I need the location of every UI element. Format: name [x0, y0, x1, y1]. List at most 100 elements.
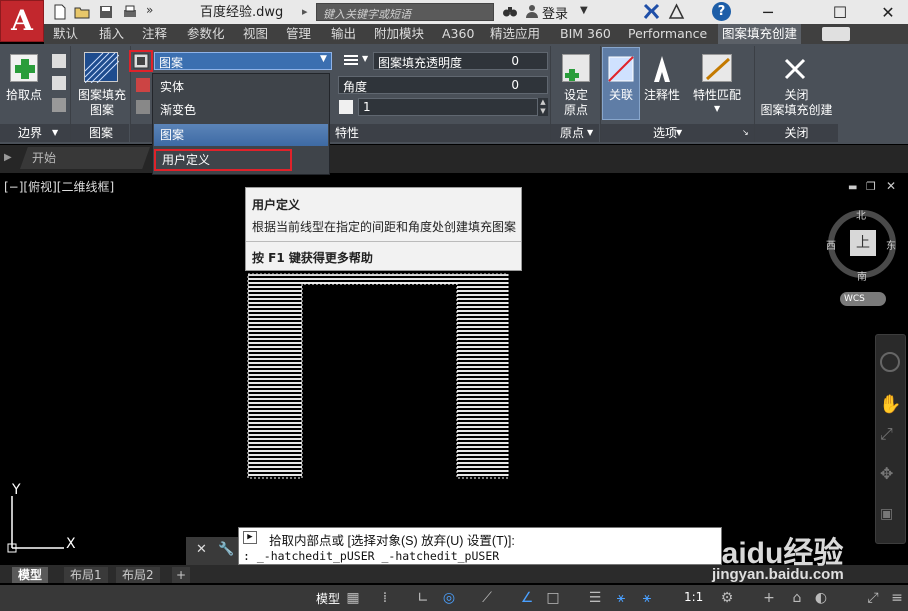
new-file-icon[interactable] [52, 4, 68, 20]
binoculars-icon[interactable] [502, 3, 518, 19]
tab-2[interactable]: 注释 [138, 24, 171, 44]
tab-4[interactable]: 视图 [239, 24, 272, 44]
viewport-restore-icon[interactable]: ❐ [866, 180, 878, 193]
command-customize-icon[interactable]: 🔧 [218, 542, 234, 557]
tab-9[interactable]: 精选应用 [486, 24, 544, 44]
viewcube-top-face[interactable]: 上 [850, 230, 876, 256]
search-collapse-icon[interactable]: ▸ [302, 5, 308, 18]
auto-scale-icon[interactable]: ⚹ [638, 589, 656, 607]
remove-boundary-icon[interactable] [52, 76, 66, 90]
status-model-button[interactable]: 模型 [316, 590, 340, 607]
more-commands-icon[interactable]: » [146, 3, 153, 17]
minimize-button[interactable]: ─ [748, 0, 788, 24]
pick-points-icon[interactable] [10, 54, 38, 82]
layout-tab-1[interactable]: 布局1 [64, 567, 108, 583]
match-properties-icon[interactable] [702, 54, 732, 82]
pick-points-label[interactable]: 拾取点 [2, 88, 46, 103]
viewport-controls[interactable]: [−][俯视][二维线框] [4, 178, 114, 195]
set-origin-label[interactable]: 设定 原点 [553, 88, 599, 118]
annotation-scale[interactable]: 1:1 [684, 590, 703, 604]
tab-1[interactable]: 插入 [95, 24, 128, 44]
ribbon-toggle-icon[interactable] [822, 27, 850, 41]
annotative-icon[interactable] [648, 54, 676, 84]
close-hatch-icon[interactable] [780, 54, 810, 84]
close-hatch-label[interactable]: 关闭 图案填充创建 [755, 88, 838, 118]
zoom-extents-icon[interactable]: ⤢ [880, 424, 900, 444]
boundary-panel-title[interactable]: 边界 [0, 124, 60, 142]
pattern-preview-label[interactable]: 图案填充 图案 [74, 88, 130, 118]
login-dropdown-icon[interactable]: ▼ [580, 5, 588, 16]
scale-spinner[interactable]: ▲ ▼ [538, 98, 548, 116]
properties-panel-title[interactable]: 特性 [332, 124, 362, 142]
start-tab[interactable]: 开始 [20, 147, 150, 169]
application-menu-button[interactable]: A [0, 0, 44, 42]
search-input[interactable]: 键入关键字或短语 [316, 3, 494, 21]
menu-item-gradient[interactable]: 渐变色 [154, 99, 326, 121]
match-dropdown-icon[interactable]: ▼ [714, 104, 720, 113]
maximize-button[interactable]: ☐ [820, 0, 860, 24]
command-line[interactable]: ▶ 拾取内部点或 [选择对象(S) 放弃(U) 设置(T)]: : _-hatc… [238, 527, 722, 565]
workspace-gear-icon[interactable]: ⚙ [718, 589, 736, 607]
transparency-dropdown-icon[interactable]: ▼ [362, 54, 368, 63]
boundary-expand-icon[interactable]: ▼ [52, 128, 58, 137]
plus-icon[interactable]: + [760, 589, 778, 607]
grid-icon[interactable]: ▦ [344, 589, 362, 607]
isolate-objects-icon[interactable]: ⌂ [788, 589, 806, 607]
options-panel-title[interactable]: 选项 [640, 124, 690, 142]
tab-3[interactable]: 参数化 [183, 24, 229, 44]
viewport-minimize-icon[interactable]: ▬ [848, 182, 858, 193]
command-close-icon[interactable]: ✕ [196, 542, 207, 557]
hatch-type-dropdown[interactable]: 图案 [154, 52, 332, 70]
menu-item-pattern[interactable]: 图案 [154, 124, 328, 146]
clean-screen-icon[interactable]: ⤢ [864, 589, 882, 607]
pan-hand-icon[interactable]: ✋ [879, 394, 901, 416]
isodraft-icon[interactable]: ⟋ [478, 589, 496, 607]
annotation-visibility-icon[interactable]: ⚹ [612, 589, 630, 607]
layout-tab-model[interactable]: 模型 [12, 567, 49, 583]
transparency-field[interactable]: 图案填充透明度 0 [373, 52, 548, 70]
options-dialog-launcher-icon[interactable]: ↘ [742, 128, 749, 137]
tab-11[interactable]: Performance [624, 24, 711, 44]
select-objects-icon[interactable] [52, 54, 66, 68]
recreate-boundary-icon[interactable] [52, 98, 66, 112]
layout-tab-2[interactable]: 布局2 [116, 567, 160, 583]
snap-icon[interactable]: ⁞ [376, 589, 394, 607]
open-folder-icon[interactable] [74, 4, 90, 20]
showmotion-icon[interactable]: ▣ [880, 506, 900, 526]
background-color-icon[interactable] [136, 100, 150, 114]
compass-south[interactable]: 南 [857, 268, 867, 283]
annotative-label[interactable]: 注释性 [640, 88, 684, 103]
set-origin-icon[interactable] [562, 54, 590, 82]
a360-connect-icon[interactable] [668, 3, 685, 20]
exchange-apps-icon[interactable] [643, 3, 660, 20]
hatch-color-icon[interactable] [136, 78, 150, 92]
scale-field[interactable]: 1 [358, 98, 538, 116]
compass-west[interactable]: 西 [826, 237, 836, 252]
add-layout-button[interactable]: + [172, 567, 191, 583]
options-expand-icon[interactable]: ▼ [676, 128, 682, 137]
tab-7[interactable]: 附加模块 [370, 24, 428, 44]
pattern-preview-icon[interactable] [84, 52, 120, 84]
hatch-type-icon[interactable] [129, 50, 153, 72]
origin-panel-title[interactable]: 原点 [554, 124, 590, 142]
ortho-icon[interactable]: ∟ [414, 589, 432, 607]
menu-item-solid[interactable]: 实体 [154, 76, 326, 98]
orbit-icon[interactable]: ✥ [880, 464, 900, 484]
file-tabs-menu-icon[interactable]: ▶ [4, 152, 12, 163]
customization-menu-icon[interactable]: ≡ [888, 589, 906, 607]
tab-6[interactable]: 输出 [327, 24, 360, 44]
polar-tracking-icon[interactable]: ◎ [440, 589, 458, 607]
hardware-acceleration-icon[interactable]: ◐ [812, 589, 830, 607]
steering-wheel-icon[interactable] [880, 352, 900, 372]
tab-5[interactable]: 管理 [282, 24, 315, 44]
object-snap-tracking-icon[interactable]: ∠ [518, 589, 536, 607]
lineweight-icon[interactable]: ☰ [586, 589, 604, 607]
wcs-menu[interactable]: WCS [840, 292, 886, 306]
close-window-button[interactable]: ✕ [868, 0, 908, 24]
save-icon[interactable] [98, 4, 114, 20]
angle-field[interactable]: 角度 0 [338, 76, 548, 94]
object-snap-icon[interactable]: □ [544, 589, 562, 607]
compass-north[interactable]: 北 [856, 207, 866, 222]
hatch-drawing[interactable] [245, 270, 513, 482]
match-properties-label[interactable]: 特性匹配 [688, 88, 746, 103]
